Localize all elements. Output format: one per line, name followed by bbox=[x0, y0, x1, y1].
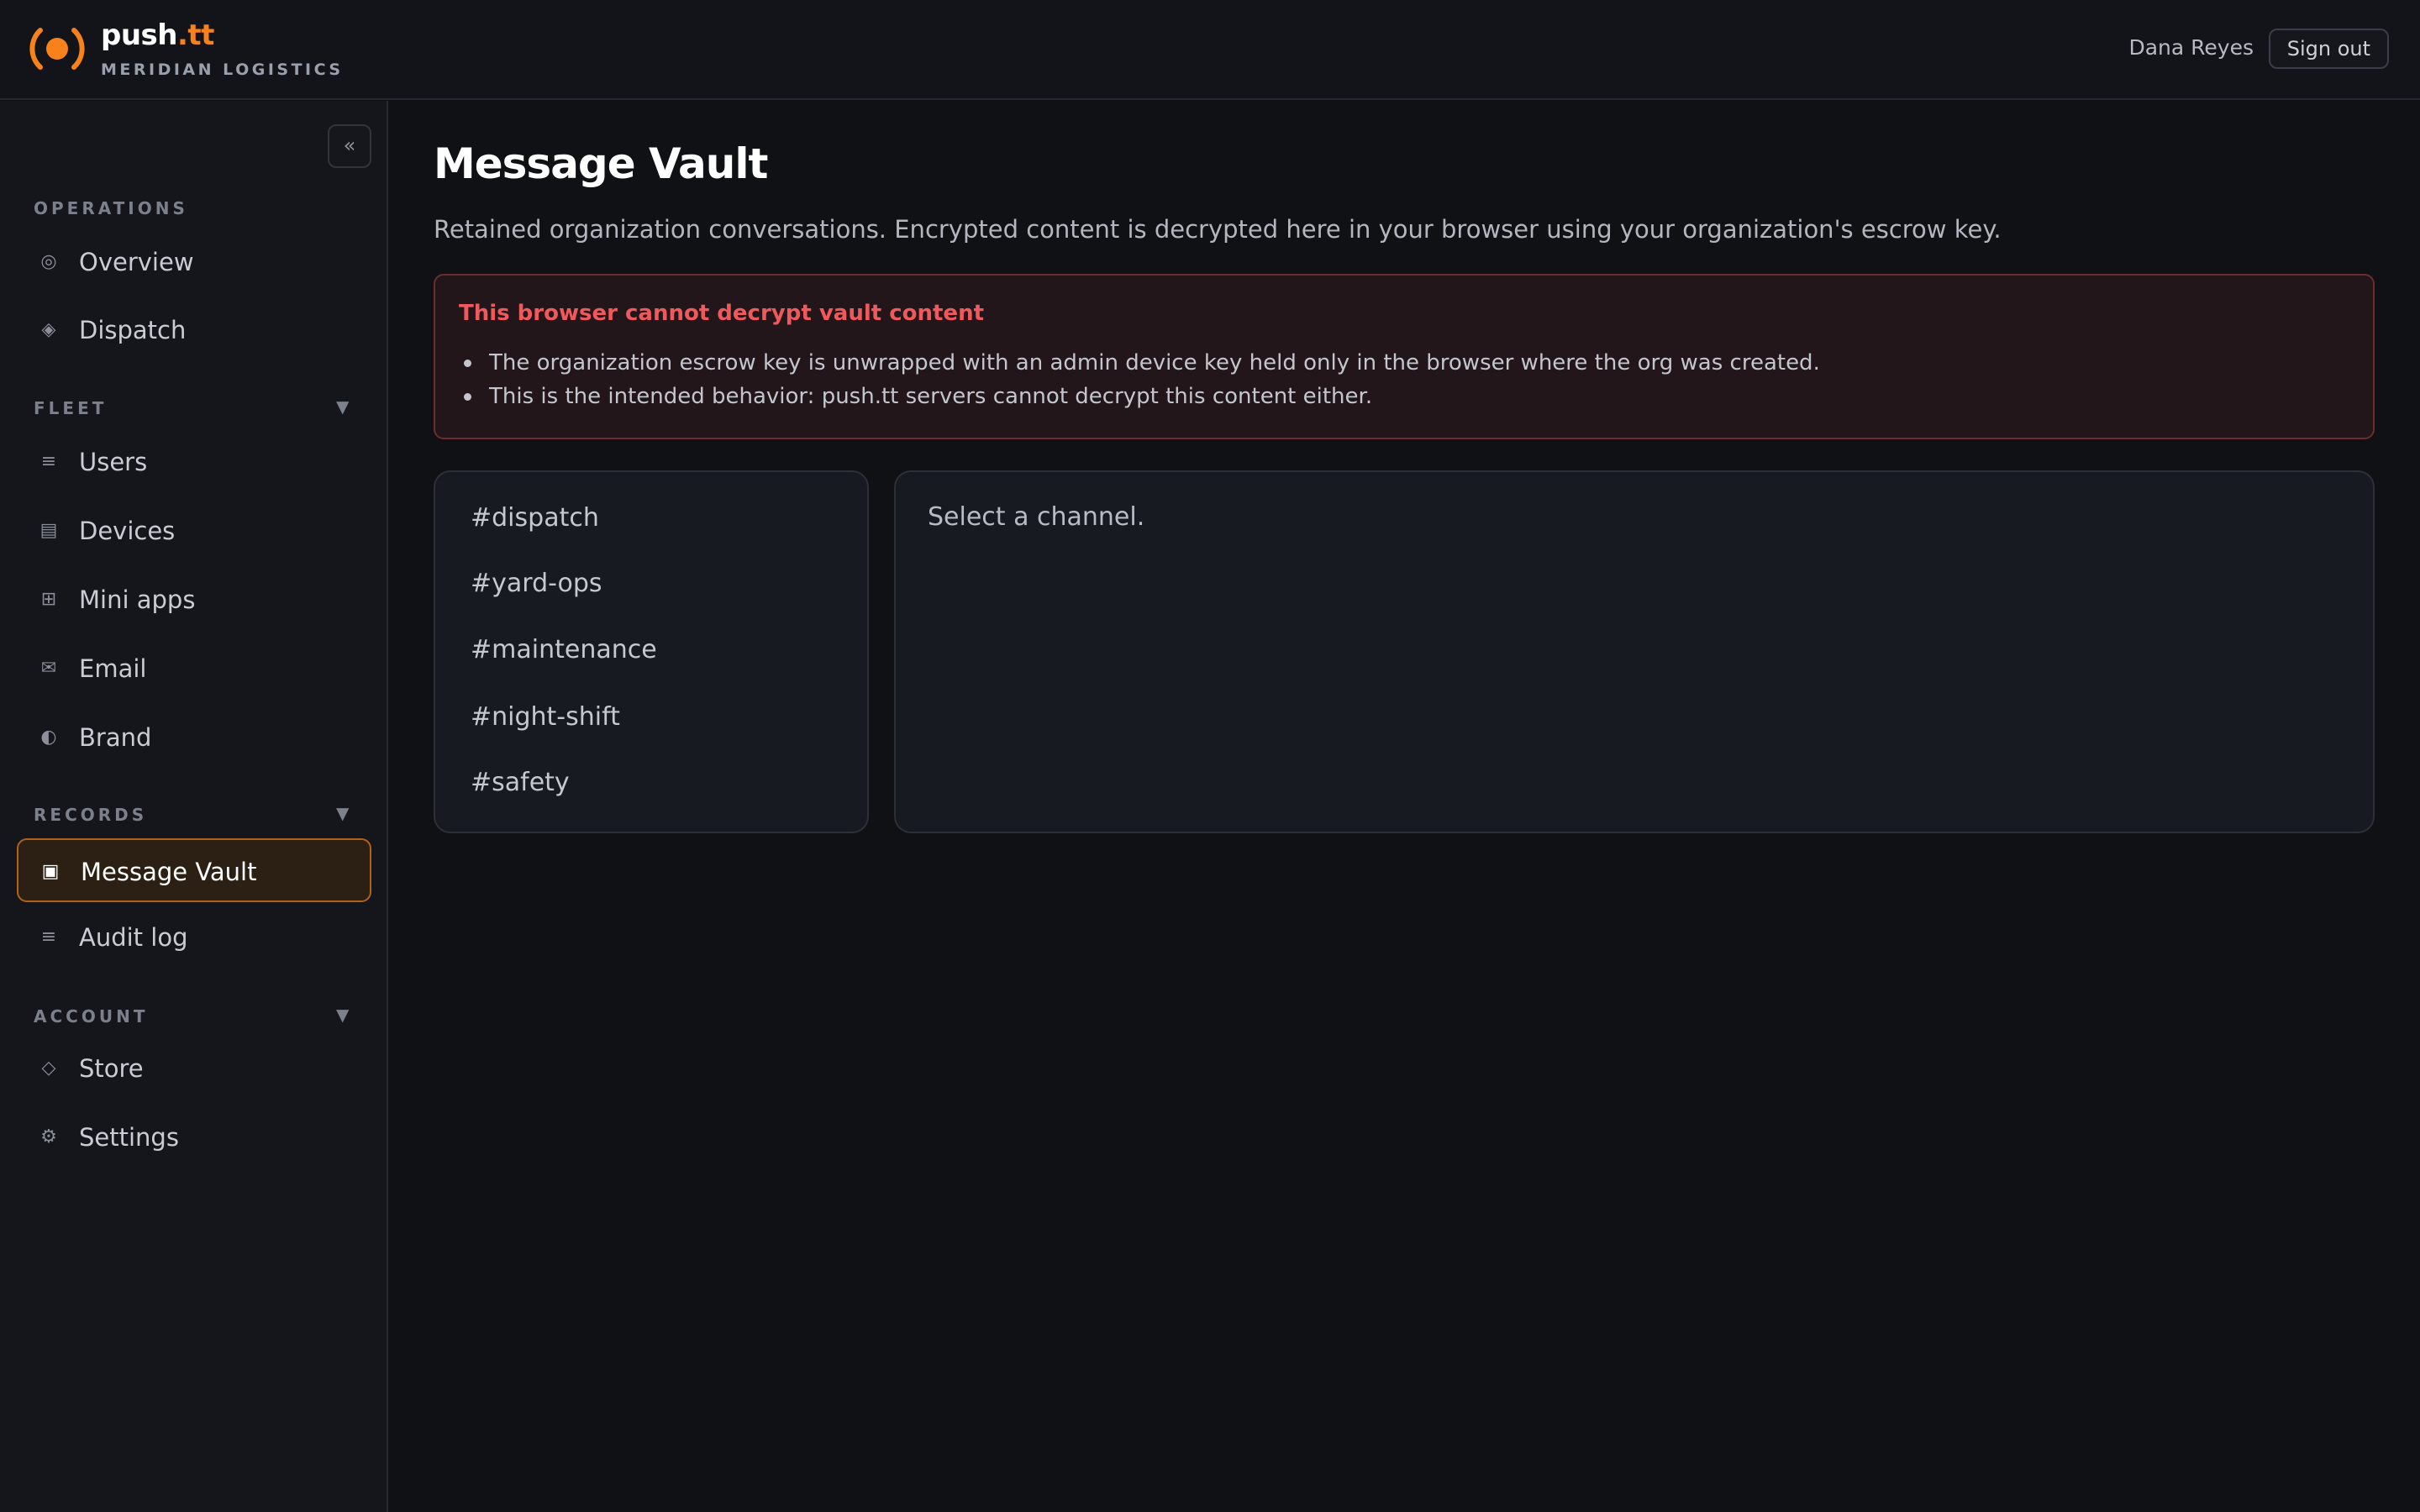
sidebar-item-devices[interactable]: ▤ Devices bbox=[17, 499, 371, 563]
section-title-fleet: FLEET bbox=[34, 398, 108, 418]
brand-icon: ◐ bbox=[40, 727, 57, 748]
page-title: Message Vault bbox=[434, 139, 768, 188]
email-icon: ✉ bbox=[40, 658, 57, 679]
sidebar-item-label: Settings bbox=[79, 1123, 179, 1152]
sign-out-button[interactable]: Sign out bbox=[2268, 29, 2389, 69]
sidebar-item-users[interactable]: ≡ Users bbox=[17, 430, 371, 494]
vault-icon: ▣ bbox=[41, 861, 60, 882]
audit-log-icon: ≡ bbox=[40, 927, 57, 948]
empty-state-message: Select a channel. bbox=[928, 502, 1145, 532]
sidebar-item-email[interactable]: ✉ Email bbox=[17, 637, 371, 701]
alert-point: This is the intended behavior: push.tt s… bbox=[459, 380, 1820, 413]
sidebar-item-store[interactable]: ◇ Store bbox=[17, 1037, 371, 1100]
org-name: MERIDIAN LOGISTICS bbox=[101, 60, 344, 79]
fleet-toggle-caret-icon[interactable]: ▼ bbox=[336, 396, 349, 417]
sidebar-item-audit-log[interactable]: ≡ Audit log bbox=[17, 906, 371, 969]
overview-icon: ◎ bbox=[40, 251, 57, 272]
section-title-records: RECORDS bbox=[34, 805, 148, 825]
sidebar-item-brand[interactable]: ◐ Brand bbox=[17, 706, 371, 769]
mini-apps-icon: ⊞ bbox=[40, 589, 57, 610]
users-icon: ≡ bbox=[40, 451, 57, 472]
channel-item-night-shift[interactable]: #night-shift bbox=[471, 696, 620, 738]
sidebar-item-mini-apps[interactable]: ⊞ Mini apps bbox=[17, 568, 371, 632]
top-bar: push.tt MERIDIAN LOGISTICS Dana Reyes Si… bbox=[0, 0, 2420, 100]
channel-item-maintenance[interactable]: #maintenance bbox=[471, 629, 657, 671]
alert-title: This browser cannot decrypt vault conten… bbox=[459, 301, 985, 326]
dispatch-icon: ◈ bbox=[41, 319, 56, 340]
sidebar-item-overview[interactable]: ◎ Overview bbox=[17, 230, 371, 294]
sidebar-item-label: Mini apps bbox=[79, 585, 196, 614]
brand-name: push.tt bbox=[101, 18, 214, 52]
sidebar-item-label: Email bbox=[79, 654, 147, 683]
message-panel: Select a channel. bbox=[894, 470, 2375, 833]
records-toggle-caret-icon[interactable]: ▼ bbox=[336, 803, 349, 823]
devices-icon: ▤ bbox=[39, 520, 58, 541]
brand-suffix: .tt bbox=[177, 18, 214, 52]
settings-icon: ⚙ bbox=[40, 1126, 57, 1147]
push-logo-icon bbox=[29, 28, 85, 70]
collapse-sidebar-button[interactable]: « bbox=[328, 124, 371, 168]
sidebar-item-label: Overview bbox=[79, 248, 194, 276]
channel-item-yard-ops[interactable]: #yard-ops bbox=[471, 563, 602, 605]
alert-list: The organization escrow key is unwrapped… bbox=[459, 346, 1820, 413]
alert-point: The organization escrow key is unwrapped… bbox=[459, 346, 1820, 380]
account-toggle-caret-icon[interactable]: ▼ bbox=[336, 1005, 349, 1025]
sidebar-item-label: Audit log bbox=[79, 923, 188, 952]
sidebar: « OPERATIONS ◎ Overview ◈ Dispatch FLEET… bbox=[0, 101, 388, 1512]
channel-item-safety[interactable]: #safety bbox=[471, 762, 570, 804]
section-title-account: ACCOUNT bbox=[34, 1006, 149, 1026]
channel-item-dispatch[interactable]: #dispatch bbox=[471, 497, 599, 539]
decrypt-error-alert: This browser cannot decrypt vault conten… bbox=[434, 274, 2375, 439]
sidebar-item-label: Brand bbox=[79, 723, 152, 752]
main-content: Message Vault Retained organization conv… bbox=[390, 101, 2420, 1512]
sidebar-item-message-vault[interactable]: ▣ Message Vault bbox=[17, 838, 371, 902]
sidebar-item-label: Devices bbox=[79, 517, 176, 545]
sidebar-item-dispatch[interactable]: ◈ Dispatch bbox=[17, 298, 371, 362]
store-icon: ◇ bbox=[41, 1058, 56, 1079]
page-description: Retained organization conversations. Enc… bbox=[434, 215, 2002, 244]
sidebar-item-label: Users bbox=[79, 448, 148, 476]
channel-list: #dispatch #yard-ops #maintenance #night-… bbox=[434, 470, 869, 833]
user-name: Dana Reyes bbox=[2128, 35, 2254, 60]
sidebar-item-label: Dispatch bbox=[79, 316, 187, 344]
sidebar-item-settings[interactable]: ⚙ Settings bbox=[17, 1105, 371, 1169]
sidebar-item-label: Store bbox=[79, 1054, 144, 1083]
sidebar-item-label: Message Vault bbox=[81, 858, 257, 886]
section-title-operations: OPERATIONS bbox=[34, 198, 188, 218]
